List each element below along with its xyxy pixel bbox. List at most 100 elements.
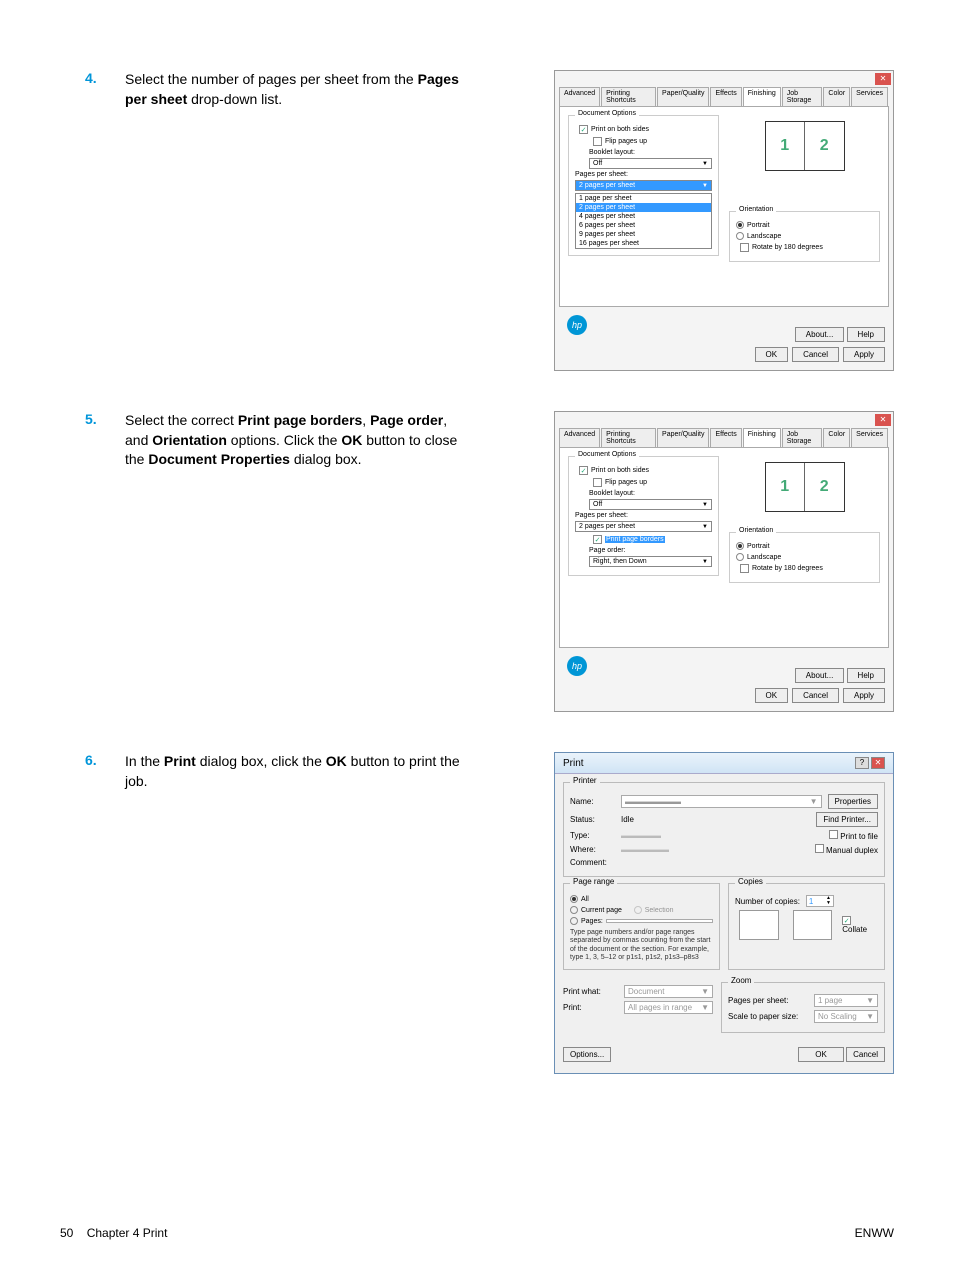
scale-dropdown[interactable]: No Scaling▼ xyxy=(814,1010,878,1023)
radio-landscape[interactable] xyxy=(736,232,744,240)
ok-button[interactable]: OK xyxy=(798,1047,844,1062)
footer-right: ENWW xyxy=(855,1226,894,1240)
tab-finishing[interactable]: Finishing xyxy=(743,428,781,447)
group-title: Document Options xyxy=(575,451,639,458)
tab-jobstorage[interactable]: Job Storage xyxy=(782,87,823,106)
chevron-down-icon: ▼ xyxy=(702,524,708,530)
help-button[interactable]: Help xyxy=(847,327,885,342)
checkbox-print-both-sides[interactable]: ✓ xyxy=(579,466,588,475)
checkbox-print-both-sides[interactable]: ✓ xyxy=(579,125,588,134)
step-number: 5. xyxy=(85,411,105,712)
cancel-button[interactable]: Cancel xyxy=(846,1047,885,1062)
radio-pages[interactable] xyxy=(570,917,578,925)
tab-shortcuts[interactable]: Printing Shortcuts xyxy=(601,87,656,106)
dropdown-option[interactable]: 16 pages per sheet xyxy=(576,239,711,248)
close-icon[interactable]: ✕ xyxy=(875,73,891,85)
tab-services[interactable]: Services xyxy=(851,428,888,447)
ok-button[interactable]: OK xyxy=(755,347,789,362)
dialog-title: Print xyxy=(563,758,584,769)
close-icon[interactable]: ✕ xyxy=(875,414,891,426)
tab-services[interactable]: Services xyxy=(851,87,888,106)
tab-advanced[interactable]: Advanced xyxy=(559,428,600,447)
checkbox-collate[interactable]: ✓ xyxy=(842,916,851,925)
page-range-group: Page range All Current page Selection Pa… xyxy=(563,883,720,970)
checkbox-print-to-file[interactable] xyxy=(829,830,838,839)
ok-button[interactable]: OK xyxy=(755,688,789,703)
apply-button[interactable]: Apply xyxy=(843,688,885,703)
cancel-button[interactable]: Cancel xyxy=(792,688,839,703)
label: Name: xyxy=(570,797,615,806)
label: Scale to paper size: xyxy=(728,1012,808,1021)
radio-portrait[interactable] xyxy=(736,542,744,550)
dropdown-option[interactable]: 1 page per sheet xyxy=(576,194,711,203)
label: Portrait xyxy=(747,222,770,229)
print-what-dropdown[interactable]: Document▼ xyxy=(624,985,713,998)
checkbox-borders[interactable]: ✓ xyxy=(593,535,602,544)
label: Flip pages up xyxy=(605,479,647,486)
label: Print on both sides xyxy=(591,467,649,474)
checkbox-flip[interactable] xyxy=(593,478,602,487)
tab-shortcuts[interactable]: Printing Shortcuts xyxy=(601,428,656,447)
help-icon[interactable]: ? xyxy=(855,757,869,769)
apply-button[interactable]: Apply xyxy=(843,347,885,362)
orientation-group: Orientation Portrait Landscape Rotate by… xyxy=(729,532,880,583)
chevron-down-icon[interactable]: ▼ xyxy=(826,901,831,906)
dropdown-option[interactable]: 9 pages per sheet xyxy=(576,230,711,239)
page-order-dropdown[interactable]: Right, then Down▼ xyxy=(589,556,712,567)
label: Comment: xyxy=(570,858,615,867)
zoom-pps-dropdown[interactable]: 1 page▼ xyxy=(814,994,878,1007)
step-text: In the Print dialog box, click the OK bu… xyxy=(125,752,465,1074)
where-value: ▬▬▬▬▬▬ xyxy=(621,845,669,854)
status-value: Idle xyxy=(621,815,634,824)
pages-per-sheet-dropdown[interactable]: 2 pages per sheet▼ xyxy=(575,521,712,532)
label: Selection xyxy=(645,907,674,914)
about-button[interactable]: About... xyxy=(795,668,845,683)
about-button[interactable]: About... xyxy=(795,327,845,342)
tab-paper[interactable]: Paper/Quality xyxy=(657,87,709,106)
preview: 1 2 xyxy=(765,121,845,171)
properties-button[interactable]: Properties xyxy=(828,794,878,809)
tab-effects[interactable]: Effects xyxy=(710,428,741,447)
tab-paper[interactable]: Paper/Quality xyxy=(657,428,709,447)
dropdown-option[interactable]: 6 pages per sheet xyxy=(576,221,711,230)
cancel-button[interactable]: Cancel xyxy=(792,347,839,362)
radio-landscape[interactable] xyxy=(736,553,744,561)
dropdown-option[interactable]: 2 pages per sheet xyxy=(576,203,711,212)
pages-per-sheet-dropdown[interactable]: 2 pages per sheet▼ xyxy=(575,180,712,191)
tab-finishing[interactable]: Finishing xyxy=(743,87,781,106)
label: Type: xyxy=(570,831,615,840)
document-options-group: Document Options ✓Print on both sides Fl… xyxy=(568,456,719,576)
tab-color[interactable]: Color xyxy=(823,428,850,447)
radio-current[interactable] xyxy=(570,906,578,914)
booklet-dropdown[interactable]: Off▼ xyxy=(589,158,712,169)
radio-all[interactable] xyxy=(570,895,578,903)
checkbox-rotate[interactable] xyxy=(740,564,749,573)
radio-portrait[interactable] xyxy=(736,221,744,229)
printer-group: Printer Name: ▬▬▬▬▬▬▬ ▼ Properties Statu… xyxy=(563,782,885,877)
help-button[interactable]: Help xyxy=(847,668,885,683)
booklet-dropdown[interactable]: Off▼ xyxy=(589,499,712,510)
print-dropdown[interactable]: All pages in range▼ xyxy=(624,1001,713,1014)
find-printer-button[interactable]: Find Printer... xyxy=(816,812,878,827)
checkbox-manual-duplex[interactable] xyxy=(815,844,824,853)
pages-input[interactable] xyxy=(606,919,713,923)
label: Number of copies: xyxy=(735,897,800,906)
step-text: Select the number of pages per sheet fro… xyxy=(125,70,465,371)
options-button[interactable]: Options... xyxy=(563,1047,611,1062)
zoom-group: Zoom Pages per sheet:1 page▼ Scale to pa… xyxy=(721,982,885,1033)
tab-effects[interactable]: Effects xyxy=(710,87,741,106)
label: Flip pages up xyxy=(605,138,647,145)
chevron-down-icon: ▼ xyxy=(702,161,708,167)
tab-color[interactable]: Color xyxy=(823,87,850,106)
close-icon[interactable]: ✕ xyxy=(871,757,885,769)
label: Page order: xyxy=(589,547,712,554)
dropdown-option[interactable]: 4 pages per sheet xyxy=(576,212,711,221)
checkbox-flip[interactable] xyxy=(593,137,602,146)
copies-spinner[interactable]: 1▲▼ xyxy=(806,895,834,907)
checkbox-rotate[interactable] xyxy=(740,243,749,252)
orientation-group: Orientation Portrait Landscape Rotate by… xyxy=(729,211,880,262)
chapter-title: Chapter 4 Print xyxy=(87,1226,168,1240)
tab-jobstorage[interactable]: Job Storage xyxy=(782,428,823,447)
tab-advanced[interactable]: Advanced xyxy=(559,87,600,106)
printer-name-dropdown[interactable]: ▬▬▬▬▬▬▬ ▼ xyxy=(621,795,822,808)
